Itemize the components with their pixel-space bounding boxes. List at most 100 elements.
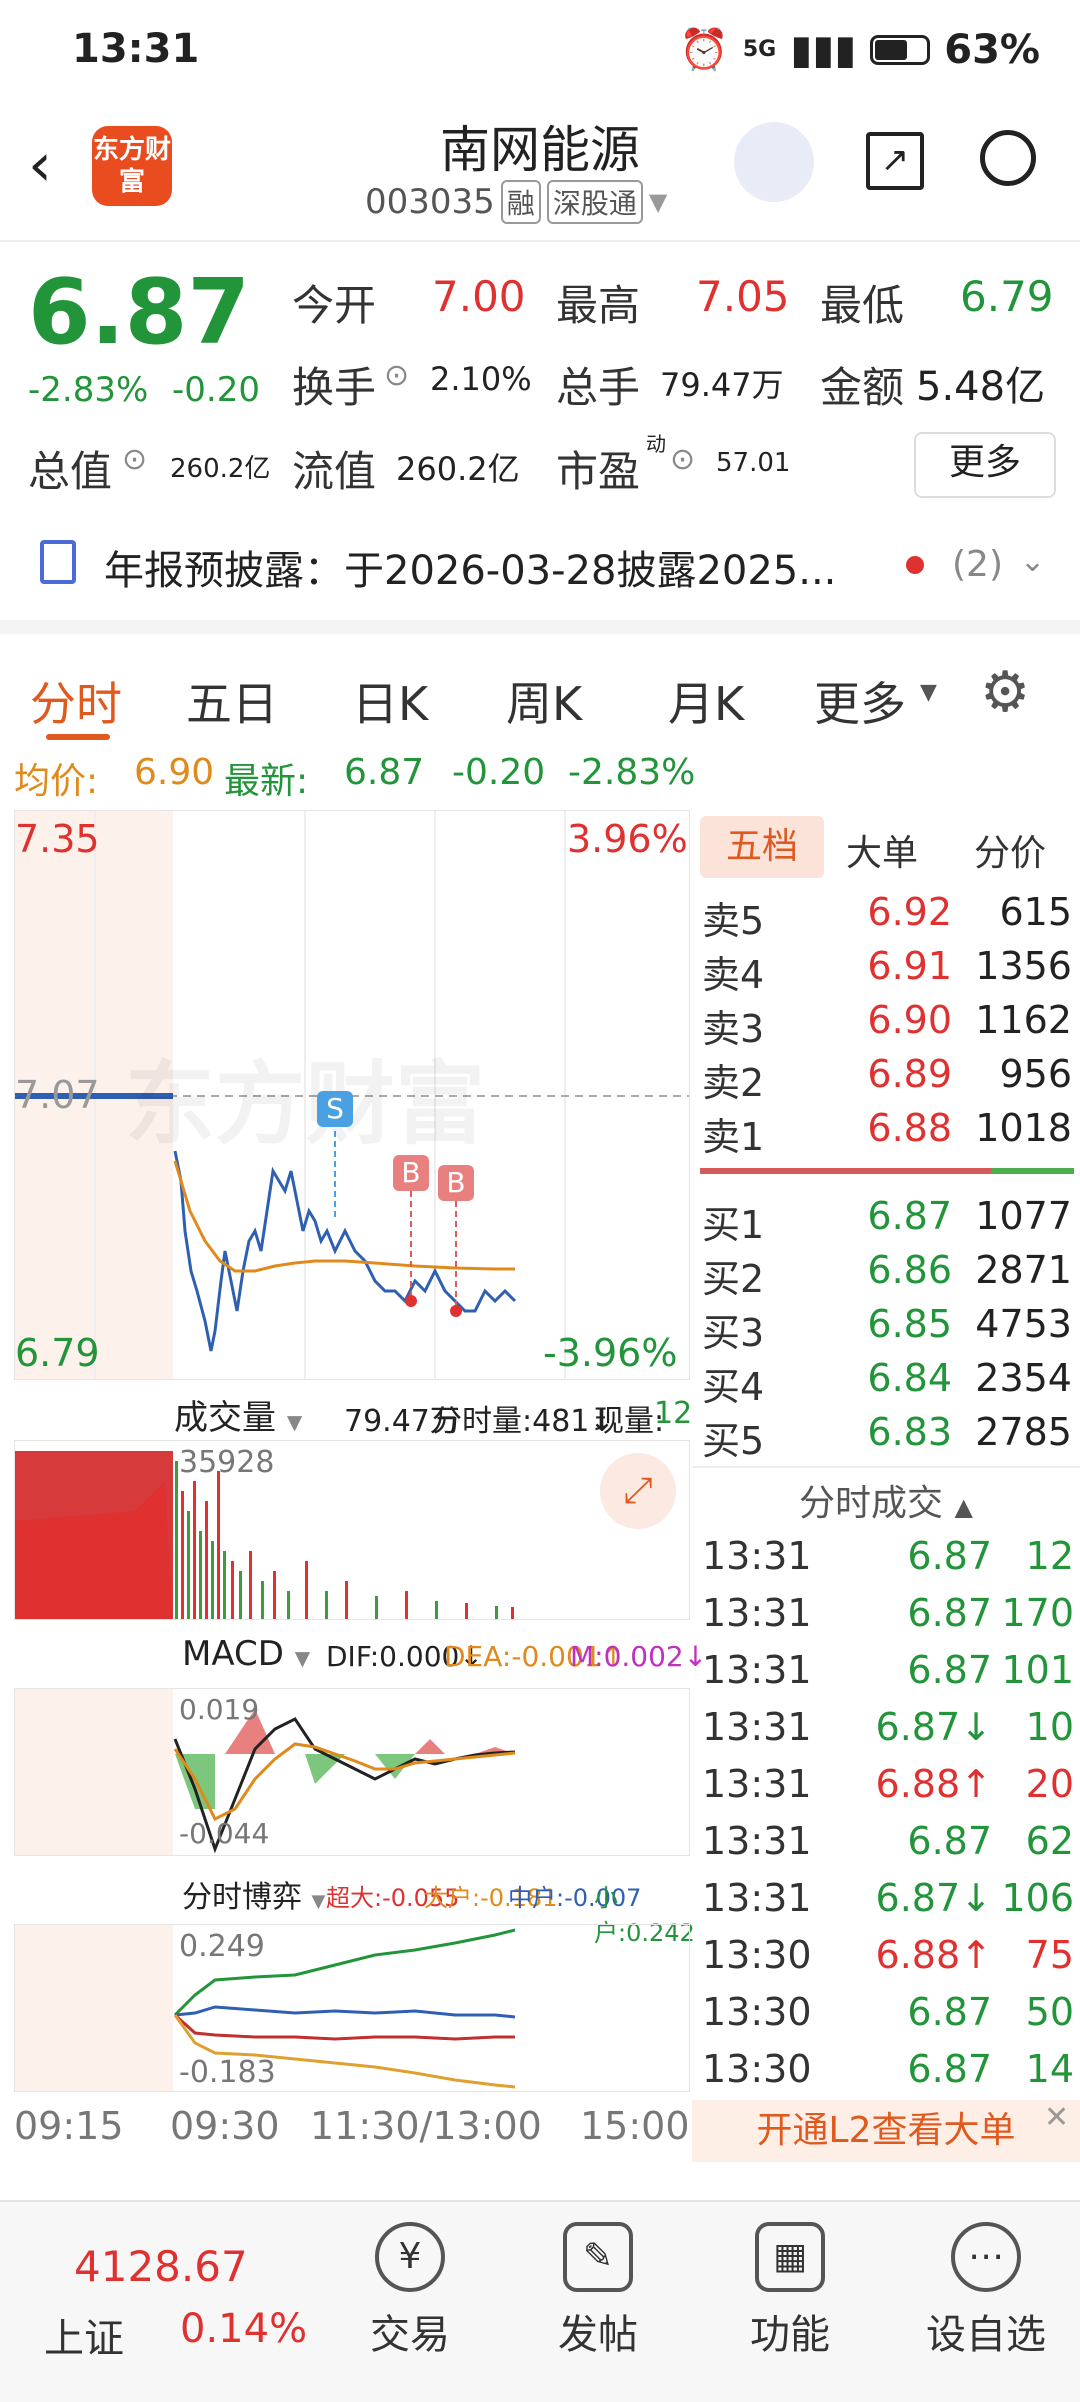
close-icon[interactable]: ✕ <box>1044 2100 1069 2135</box>
tab-five-day[interactable]: 五日 <box>186 668 278 734</box>
sell-row-4: 卖4 6.91 1356 <box>702 944 1072 997</box>
game-chart[interactable]: 0.249 -0.183 <box>14 1924 690 2092</box>
nav-post[interactable]: ✎ 发帖 <box>538 2222 658 2360</box>
notice-text: 年报预披露：于2026-03-28披露2025... <box>104 548 837 594</box>
stock-code-row: 003035 融 深股通 ▼ <box>365 180 667 224</box>
macd-header: MACD ▼ DIF:0.000↓ DEA:-0.001↑ M:0.002↓ <box>14 1624 707 1688</box>
volume-chart[interactable]: 35928 ⤢ <box>14 1440 690 1620</box>
mktcap-value: 260.2亿 <box>170 454 271 484</box>
sell-marker[interactable]: S <box>317 1091 353 1127</box>
yen-icon: ¥ <box>375 2222 445 2292</box>
index-widget[interactable]: 4128.67 上证 0.14% <box>40 2232 307 2372</box>
trade-row: 13:31 6.87 62 <box>702 1819 1074 1863</box>
tab-price-dist[interactable]: 分价 <box>974 824 1046 876</box>
buy-row-5: 买5 6.83 2785 <box>702 1410 1072 1463</box>
share-icon[interactable]: ↗ <box>866 132 924 190</box>
current-price: 6.87 <box>28 260 251 365</box>
open-label: 今开 <box>292 281 377 330</box>
sell-row-5: 卖5 6.92 615 <box>702 890 1072 943</box>
turnover-value: 2.10% <box>430 360 532 398</box>
unread-dot <box>906 556 924 574</box>
period-tabs: 分时 五日 日K 周K 月K 更多 ▼ ⚙ <box>0 620 1080 754</box>
volume-minute: 分时量:481↓ <box>432 1404 615 1439</box>
volume-selector[interactable]: 成交量 ▼ <box>174 1390 302 1439</box>
buy-row-2: 买2 6.86 2871 <box>702 1248 1072 1301</box>
volume-chart-svg <box>15 1451 514 1619</box>
info-icon[interactable]: ⊙ <box>384 358 409 393</box>
latest-change-pct: -2.83% <box>568 752 696 793</box>
x-label-open-auction: 09:15 <box>14 2104 124 2148</box>
nav-trade[interactable]: ¥ 交易 <box>350 2222 470 2360</box>
y-max-label: 7.35 <box>15 817 100 861</box>
l2-banner[interactable]: 开通L2查看大单 <box>692 2100 1080 2162</box>
battery-icon <box>870 34 931 65</box>
buy-row-3: 买3 6.85 4753 <box>702 1302 1072 1355</box>
trade-row: 13:30 6.87 14 <box>702 2047 1074 2091</box>
tab-more[interactable]: 更多 <box>814 668 906 734</box>
index-value: 4128.67 <box>74 2242 248 2291</box>
document-icon <box>40 540 76 584</box>
trades-title[interactable]: 分时成交 ▲ <box>692 1474 1080 1526</box>
notice-count: (2) <box>952 544 1003 585</box>
open-value: 7.00 <box>432 272 526 321</box>
amount-label: 金额 <box>820 363 905 412</box>
chevron-down-icon[interactable]: ⌄ <box>1020 544 1045 579</box>
stock-code: 003035 <box>365 182 495 222</box>
tab-five-level[interactable]: 五档 <box>700 816 824 878</box>
gear-icon[interactable]: ⚙ <box>980 660 1030 725</box>
buy-marker[interactable]: B <box>393 1155 429 1191</box>
macd-m: M:0.002↓ <box>570 1640 708 1673</box>
pct-min-label: -3.96% <box>543 1331 678 1375</box>
tab-daily-k[interactable]: 日K <box>352 668 428 734</box>
intraday-chart[interactable]: 东方财富 7.35 7.07 6.79 3.96% -3.96% S B B <box>14 810 690 1380</box>
sell-row-1: 卖1 6.88 1018 <box>702 1106 1072 1159</box>
tab-intraday[interactable]: 分时 <box>30 668 122 734</box>
grid-icon: ▦ <box>755 2222 825 2292</box>
pe-label: 市盈 <box>556 447 641 496</box>
more-button[interactable]: 更多 <box>914 432 1056 498</box>
volume-value: 79.47万 <box>660 366 784 404</box>
watermark: 东方财富 <box>125 1052 485 1157</box>
robot-avatar[interactable] <box>734 122 814 202</box>
quote-panel: 6.87 -2.83% -0.20 今开 7.00 最高 7.05 最低 6.7… <box>0 242 1080 512</box>
info-icon[interactable]: ⊙ <box>122 442 147 477</box>
avg-info-line: 均价: 6.90 最新: 6.87 -0.20 -2.83% <box>0 740 1080 802</box>
more-circle-icon: ⋯ <box>951 2222 1021 2292</box>
float-label: 流值 <box>292 447 377 496</box>
macd-chart[interactable]: 0.019 -0.044 <box>14 1688 690 1856</box>
tab-large-order[interactable]: 大单 <box>846 824 918 876</box>
buy-sell-ratio-bar <box>700 1168 1074 1174</box>
tab-monthly-k[interactable]: 月K <box>668 668 744 734</box>
info-icon[interactable]: ⊙ <box>670 442 695 477</box>
x-label-open: 09:30 <box>170 2104 280 2148</box>
game-header: 分时博弈 ▼ 超大:-0.055 大户:-0.181 中户:-0.007 小户:… <box>14 1860 695 1947</box>
margin-tag: 融 <box>500 180 541 224</box>
search-icon[interactable] <box>980 130 1036 186</box>
x-label-close: 15:00 <box>580 2104 690 2148</box>
latest-value: 6.87 <box>344 752 425 793</box>
change-value: -0.20 <box>172 370 260 410</box>
signal-icon: ▮▮▮ <box>790 26 857 73</box>
trade-row: 13:31 6.87 170 <box>702 1591 1074 1635</box>
macd-selector[interactable]: MACD ▼ <box>182 1634 310 1674</box>
sort-up-icon: ▲ <box>954 1493 973 1521</box>
game-selector[interactable]: 分时博弈 ▼ <box>182 1872 325 1916</box>
y-min-label: 6.79 <box>15 1331 100 1375</box>
mktcap-label: 总值 <box>28 447 113 496</box>
volume-label: 总手 <box>556 363 641 412</box>
sell-row-3: 卖3 6.90 1162 <box>702 998 1072 1051</box>
game-bottom-label: -0.183 <box>179 2055 276 2090</box>
chevron-down-icon[interactable]: ▼ <box>649 188 667 216</box>
status-time: 13:31 <box>72 26 200 72</box>
nav-functions[interactable]: ▦ 功能 <box>730 2222 850 2360</box>
float-value: 260.2亿 <box>396 450 520 488</box>
tab-weekly-k[interactable]: 周K <box>506 668 582 734</box>
expand-icon[interactable]: ⤢ <box>600 1453 676 1529</box>
time-axis: 09:15 09:30 11:30/13:00 15:00 <box>14 2104 690 2160</box>
nav-add-watchlist[interactable]: ⋯ 设自选 <box>916 2222 1056 2360</box>
high-label: 最高 <box>556 281 641 330</box>
notice-bar[interactable]: 年报预披露：于2026-03-28披露2025... (2) ⌄ <box>0 520 1080 610</box>
pe-value: 57.01 <box>716 448 791 478</box>
macd-chart-svg <box>173 1709 516 1854</box>
buy-marker[interactable]: B <box>438 1165 474 1201</box>
